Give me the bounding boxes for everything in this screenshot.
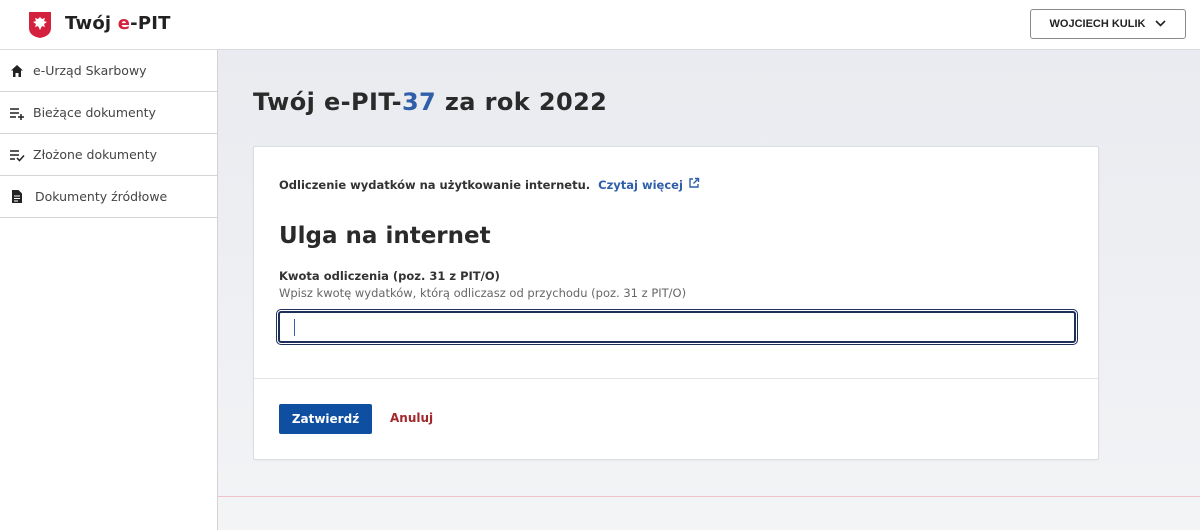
main-content: Twój e-PIT-37 za rok 2022 Odliczenie wyd… — [218, 50, 1200, 530]
page-title: Twój e-PIT-37 za rok 2022 — [253, 88, 607, 116]
sidebar-item-dokumenty-zrodlowe[interactable]: Dokumenty źródłowe — [0, 176, 217, 218]
card-divider — [254, 378, 1098, 379]
external-link-icon — [688, 177, 700, 192]
info-line: Odliczenie wydatków na użytkowanie inter… — [279, 177, 700, 192]
polish-eagle-icon[interactable] — [29, 12, 51, 38]
section-title: Ulga na internet — [279, 223, 491, 249]
list-check-icon — [9, 147, 25, 163]
document-icon — [9, 189, 25, 205]
cancel-button[interactable]: Anuluj — [390, 411, 433, 425]
page-title-number: 37 — [401, 88, 437, 116]
sidebar: e-Urząd Skarbowy Bieżące dokumenty Złożo… — [0, 50, 218, 530]
app-title[interactable]: Twój e-PIT — [65, 13, 171, 34]
deduction-card: Odliczenie wydatków na użytkowanie inter… — [253, 146, 1099, 460]
text-cursor — [294, 319, 295, 336]
home-icon — [9, 63, 25, 79]
top-bar: Twój e-PIT WOJCIECH KULIK — [0, 0, 1200, 50]
amount-field-label: Kwota odliczenia (poz. 31 z PIT/O) — [279, 269, 500, 283]
sidebar-item-label: Dokumenty źródłowe — [35, 189, 168, 204]
app-title-prefix: Twój — [65, 13, 118, 34]
deduction-amount-input[interactable] — [276, 309, 1078, 345]
chevron-down-icon — [1155, 18, 1167, 30]
sidebar-item-label: Bieżące dokumenty — [33, 105, 156, 120]
page-title-part1: Twój e-PIT- — [253, 88, 402, 116]
confirm-button[interactable]: Zatwierdź — [279, 404, 372, 434]
list-add-icon — [9, 105, 25, 121]
app-title-highlight: e — [117, 13, 131, 34]
sidebar-item-e-urzad[interactable]: e-Urząd Skarbowy — [0, 50, 217, 92]
info-text: Odliczenie wydatków na użytkowanie inter… — [279, 177, 591, 192]
sidebar-item-zlozone-dokumenty[interactable]: Złożone dokumenty — [0, 134, 217, 176]
read-more-label: Czytaj więcej — [598, 177, 683, 192]
read-more-link[interactable]: Czytaj więcej — [598, 177, 700, 192]
sidebar-item-label: Złożone dokumenty — [33, 147, 158, 162]
amount-field-hint: Wpisz kwotę wydatków, którą odliczasz od… — [279, 286, 687, 300]
divider-line — [218, 496, 1200, 497]
sidebar-item-biezace-dokumenty[interactable]: Bieżące dokumenty — [0, 92, 217, 134]
user-name: WOJCIECH KULIK — [1049, 18, 1146, 30]
user-menu-button[interactable]: WOJCIECH KULIK — [1030, 9, 1186, 39]
app-title-suffix: -PIT — [130, 13, 171, 34]
sidebar-item-label: e-Urząd Skarbowy — [33, 63, 147, 78]
page-title-part2: za rok 2022 — [436, 88, 608, 116]
